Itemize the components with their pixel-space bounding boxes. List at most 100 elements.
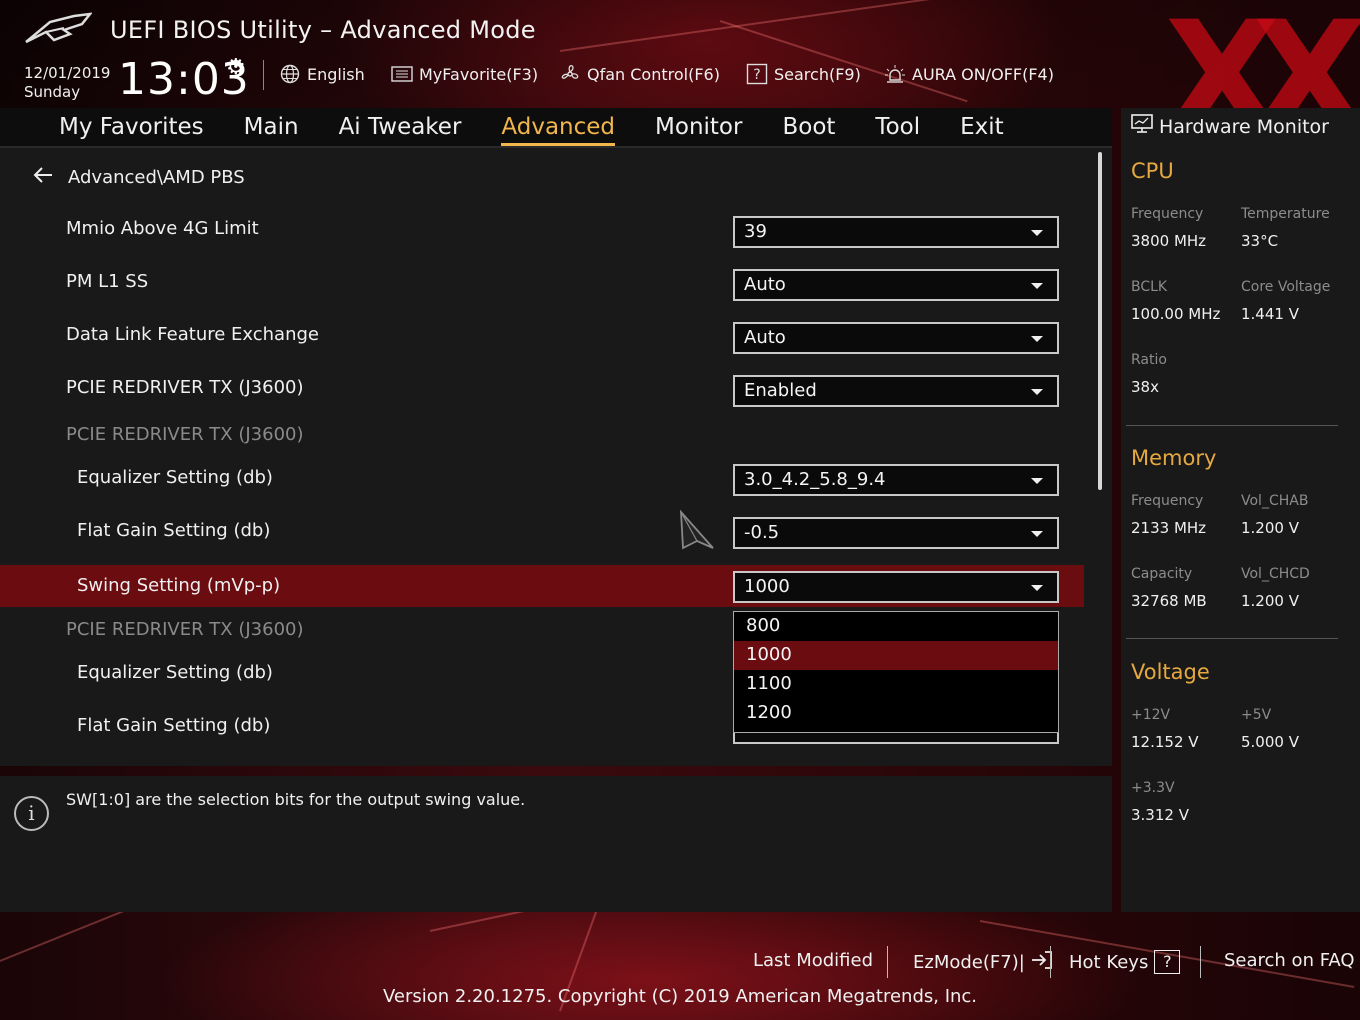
bclk-value: 100.00 MHz xyxy=(1131,305,1221,323)
vol-chab-value: 1.200 V xyxy=(1241,519,1299,537)
search-faq-button[interactable]: Search on FAQ xyxy=(1224,950,1355,971)
last-modified-label: Last Modified xyxy=(753,950,874,971)
dropdown-value: Auto xyxy=(744,274,786,295)
cpu-temperature-label: Temperature xyxy=(1241,206,1330,222)
tab-tool[interactable]: Tool xyxy=(875,114,920,140)
setting-label: Flat Gain Setting (db) xyxy=(77,715,271,736)
hw-title-text: Hardware Monitor xyxy=(1159,115,1329,138)
setting-label: PM L1 SS xyxy=(66,271,149,292)
hot-keys-button[interactable]: Hot Keys ? xyxy=(1069,950,1181,974)
v12-label: +12V xyxy=(1131,707,1171,723)
tab-ai-tweaker[interactable]: Ai Tweaker xyxy=(339,114,462,140)
myfavorite-label: MyFavorite(F3) xyxy=(419,64,539,84)
v5-value: 5.000 V xyxy=(1241,733,1299,751)
app-title: UEFI BIOS Utility – Advanced Mode xyxy=(110,16,536,44)
aura-toggle-button[interactable]: AURA ON/OFF(F4) xyxy=(884,62,1054,86)
cpu-temperature-value: 33°C xyxy=(1241,232,1279,250)
capacity-label: Capacity xyxy=(1131,566,1193,582)
option-800[interactable]: 800 xyxy=(734,612,1058,641)
pm-l1-ss-dropdown[interactable]: Auto xyxy=(733,269,1059,301)
header-divider xyxy=(263,60,264,90)
capacity-value: 32768 MB xyxy=(1131,592,1207,610)
aura-label: AURA ON/OFF(F4) xyxy=(912,64,1054,84)
language-button[interactable]: English xyxy=(279,62,365,86)
dropdown-value: 1000 xyxy=(744,576,790,597)
day-text: Sunday xyxy=(24,83,81,101)
monitor-display-icon xyxy=(1131,114,1153,139)
last-modified-button[interactable]: Last Modified xyxy=(753,950,873,971)
footer-divider xyxy=(1050,946,1051,978)
option-1200[interactable]: 1200 xyxy=(734,699,1058,728)
dropdown-value: 3.0_4.2_5.8_9.4 xyxy=(744,469,886,490)
cpu-frequency-value: 3800 MHz xyxy=(1131,232,1207,250)
dropdown-value: Auto xyxy=(744,327,786,348)
settings-scrollbar[interactable] xyxy=(1098,152,1102,490)
myfavorite-button[interactable]: MyFavorite(F3) xyxy=(391,62,538,86)
swing-setting-dropdown[interactable]: 1000 xyxy=(733,571,1059,603)
v33-label: +3.3V xyxy=(1131,780,1175,796)
setting-label: PCIE REDRIVER TX (J3600) xyxy=(66,377,304,398)
mmio-limit-dropdown[interactable]: 39 xyxy=(733,216,1059,248)
pcie-redriver-dropdown[interactable]: Enabled xyxy=(733,375,1059,407)
rog-logo-icon xyxy=(25,12,92,44)
clock-settings-gear-icon[interactable]: ⚙ xyxy=(226,55,246,80)
chevron-down-icon xyxy=(1031,283,1043,289)
search-button[interactable]: ? Search(F9) xyxy=(746,62,861,86)
footer-divider xyxy=(1200,946,1201,978)
hw-divider xyxy=(1126,425,1338,426)
search-label: Search(F9) xyxy=(774,64,861,84)
equalizer-dropdown[interactable]: 3.0_4.2_5.8_9.4 xyxy=(733,464,1059,496)
favorite-list-icon xyxy=(391,63,413,85)
dropdown-value: -0.5 xyxy=(744,522,780,543)
qfan-control-button[interactable]: Qfan Control(F6) xyxy=(559,62,720,86)
version-text: Version 2.20.1275. Copyright (C) 2019 Am… xyxy=(382,986,978,1007)
info-icon: i xyxy=(14,796,49,831)
tab-exit[interactable]: Exit xyxy=(960,114,1004,140)
hw-divider xyxy=(1126,638,1338,639)
ratio-label: Ratio xyxy=(1131,352,1167,368)
aura-light-icon xyxy=(884,63,906,85)
v33-value: 3.312 V xyxy=(1131,806,1189,824)
ezmode-button[interactable]: EzMode(F7)| xyxy=(913,950,1053,975)
tab-advanced[interactable]: Advanced xyxy=(501,114,615,146)
svg-text:?: ? xyxy=(753,67,760,83)
search-help-icon: ? xyxy=(746,63,768,85)
help-key-icon: ? xyxy=(1154,950,1181,974)
setting-label: Swing Setting (mVp-p) xyxy=(77,575,281,596)
flat-gain-dropdown[interactable]: -0.5 xyxy=(733,517,1059,549)
search-faq-label: Search on FAQ xyxy=(1224,950,1355,971)
v5-label: +5V xyxy=(1241,707,1272,723)
footer-divider xyxy=(887,946,888,978)
mem-frequency-label: Frequency xyxy=(1131,493,1204,509)
chevron-down-icon xyxy=(1031,478,1043,484)
data-link-dropdown[interactable]: Auto xyxy=(733,322,1059,354)
globe-icon xyxy=(279,63,301,85)
dropdown-value: Enabled xyxy=(744,380,817,401)
option-1000-selected[interactable]: 1000 xyxy=(734,641,1058,670)
setting-label: Flat Gain Setting (db) xyxy=(77,520,271,541)
tab-boot[interactable]: Boot xyxy=(782,114,835,140)
chevron-down-icon xyxy=(1031,585,1043,591)
tab-main[interactable]: Main xyxy=(244,114,299,140)
setting-label: Data Link Feature Exchange xyxy=(66,324,319,345)
language-label: English xyxy=(307,64,365,84)
tab-monitor[interactable]: Monitor xyxy=(655,114,742,140)
breadcrumb: Advanced\AMD PBS xyxy=(32,166,245,189)
ratio-value: 38x xyxy=(1131,378,1159,396)
mem-frequency-value: 2133 MHz xyxy=(1131,519,1207,537)
tab-my-favorites[interactable]: My Favorites xyxy=(59,114,204,140)
breadcrumb-path: Advanced\AMD PBS xyxy=(68,167,245,188)
back-arrow-icon[interactable] xyxy=(32,166,54,189)
core-voltage-value: 1.441 V xyxy=(1241,305,1299,323)
cpu-frequency-label: Frequency xyxy=(1131,206,1204,222)
vol-chab-label: Vol_CHAB xyxy=(1241,493,1309,509)
setting-label: Equalizer Setting (db) xyxy=(77,467,273,488)
ezmode-label: EzMode(F7)| xyxy=(913,952,1025,973)
chevron-down-icon xyxy=(1031,531,1043,537)
vol-chcd-label: Vol_CHCD xyxy=(1241,566,1310,582)
option-1100[interactable]: 1100 xyxy=(734,670,1058,699)
core-voltage-label: Core Voltage xyxy=(1241,279,1331,295)
help-text: SW[1:0] are the selection bits for the o… xyxy=(66,790,526,809)
cpu-heading: CPU xyxy=(1131,159,1174,183)
chevron-down-icon xyxy=(1031,389,1043,395)
